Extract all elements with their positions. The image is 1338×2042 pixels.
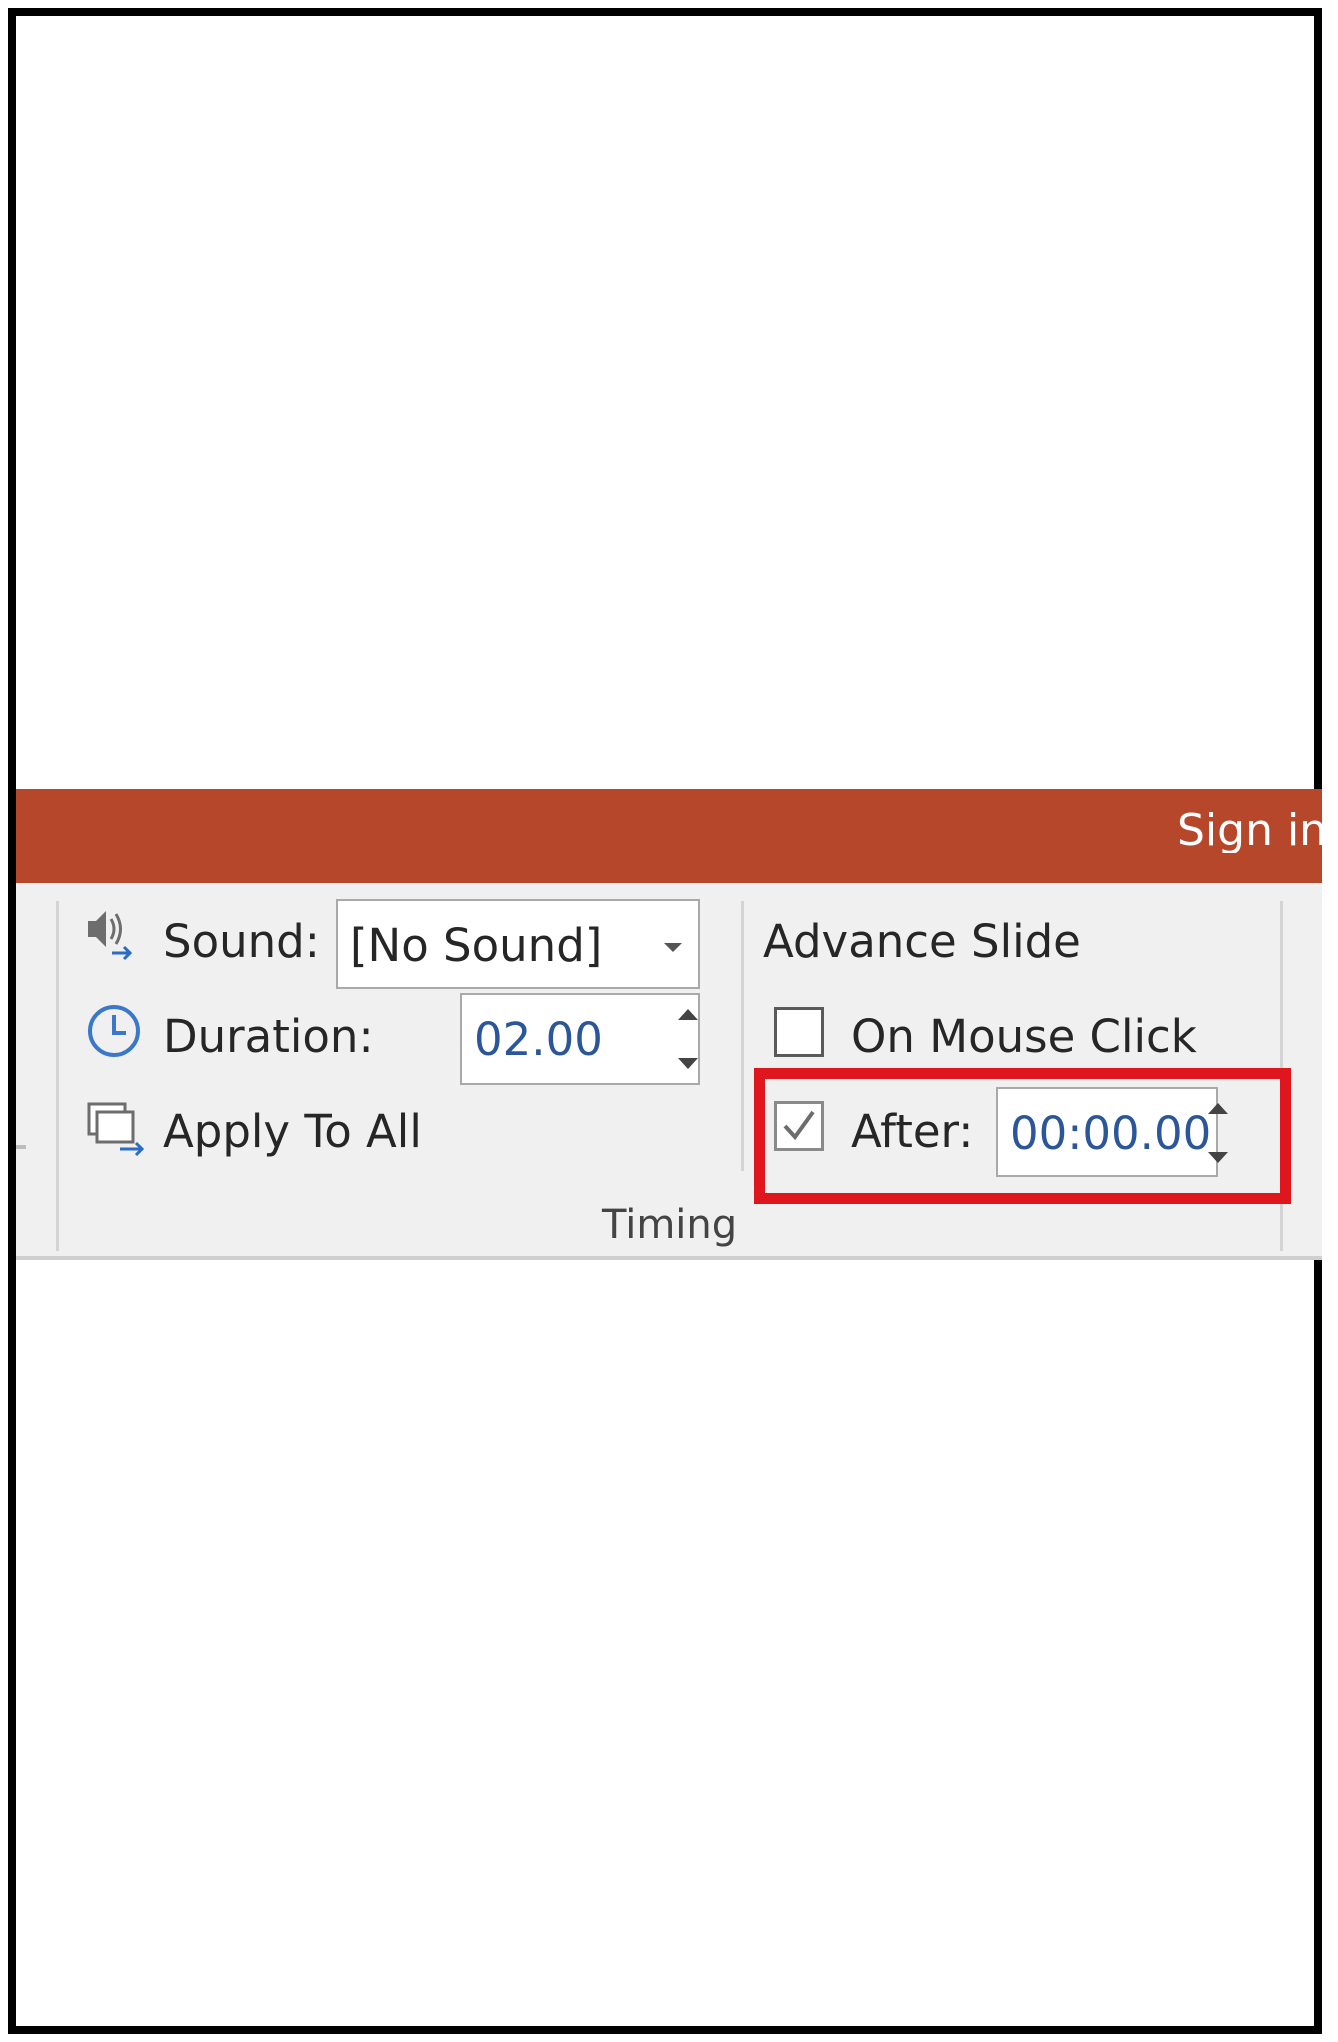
sound-dropdown[interactable]: [No Sound] — [336, 899, 700, 989]
sign-in-link[interactable]: Sign in — [1177, 809, 1322, 853]
clock-icon — [88, 1005, 140, 1057]
spin-down-icon[interactable] — [678, 1058, 698, 1069]
title-bar: Sign in — [16, 789, 1322, 883]
ribbon-separator-middle — [741, 901, 744, 1171]
timing-group-label: Timing — [602, 1202, 738, 1248]
on-mouse-click-label[interactable]: On Mouse Click — [851, 1014, 1197, 1059]
duration-value: 02.00 — [474, 1013, 603, 1066]
sound-dropdown-value: [No Sound] — [350, 919, 603, 972]
chevron-down-icon[interactable] — [664, 943, 682, 952]
apply-to-all-icon — [87, 1102, 145, 1157]
speaker-icon — [88, 911, 133, 961]
on-mouse-click-checkbox[interactable] — [774, 1007, 824, 1057]
spin-up-icon[interactable] — [678, 1009, 698, 1020]
collapsed-group-arrow-icon — [16, 1145, 26, 1149]
advance-slide-heading: Advance Slide — [763, 915, 1081, 968]
duration-input[interactable]: 02.00 — [460, 993, 700, 1085]
after-highlight-box — [754, 1068, 1291, 1204]
ribbon-separator-left — [56, 901, 59, 1251]
duration-label: Duration: — [163, 1010, 374, 1063]
duration-spinner[interactable] — [670, 1009, 710, 1069]
sound-label: Sound: — [163, 915, 320, 968]
apply-to-all-button[interactable]: Apply To All — [163, 1109, 422, 1154]
